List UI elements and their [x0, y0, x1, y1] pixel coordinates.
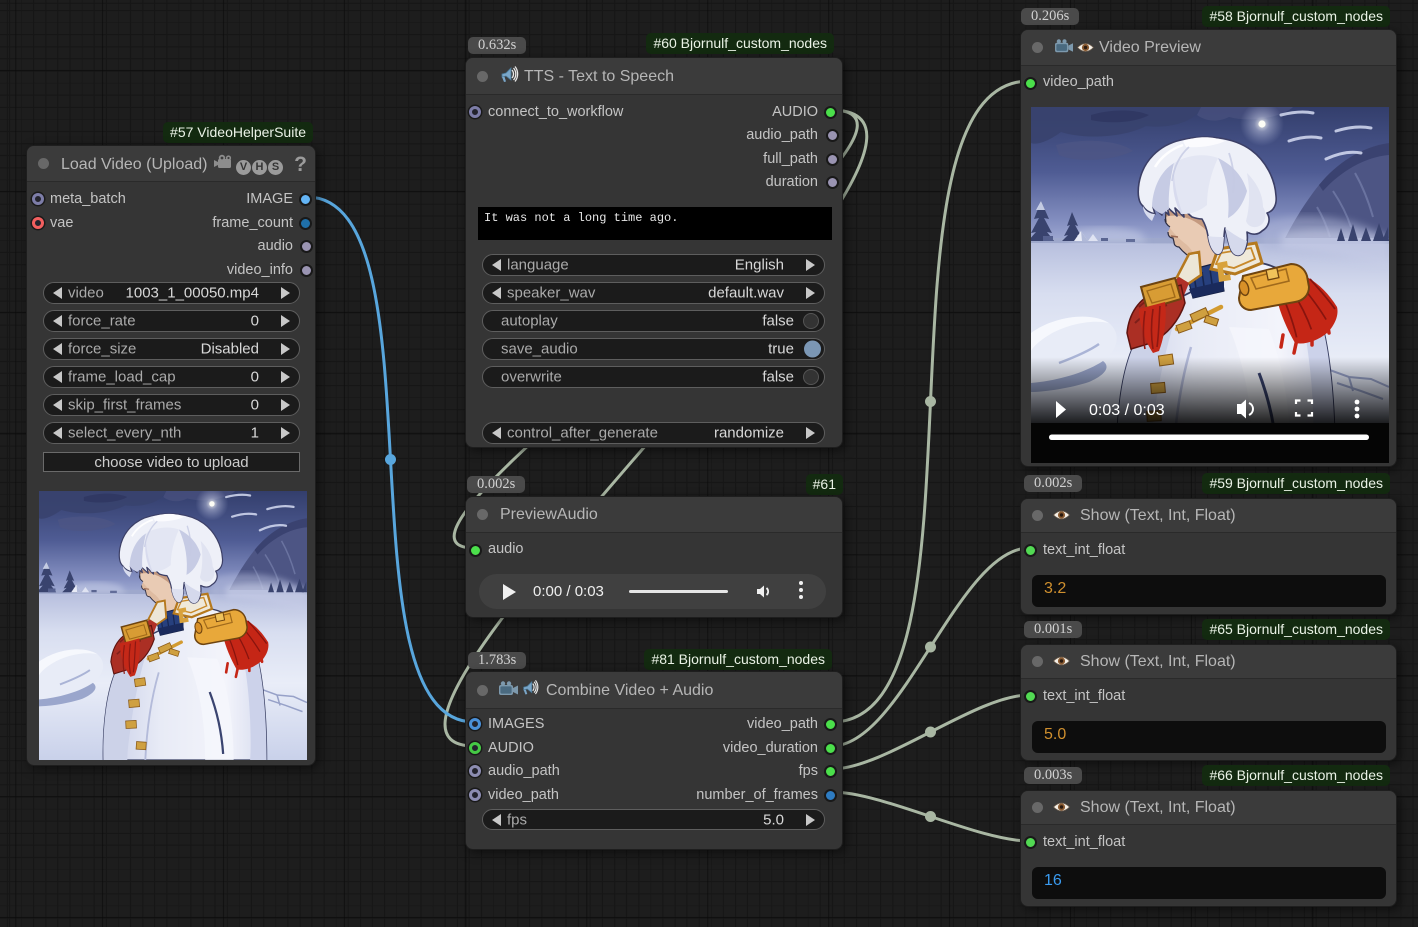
svg-text:0:03 / 0:03: 0:03 / 0:03 — [1089, 402, 1165, 419]
